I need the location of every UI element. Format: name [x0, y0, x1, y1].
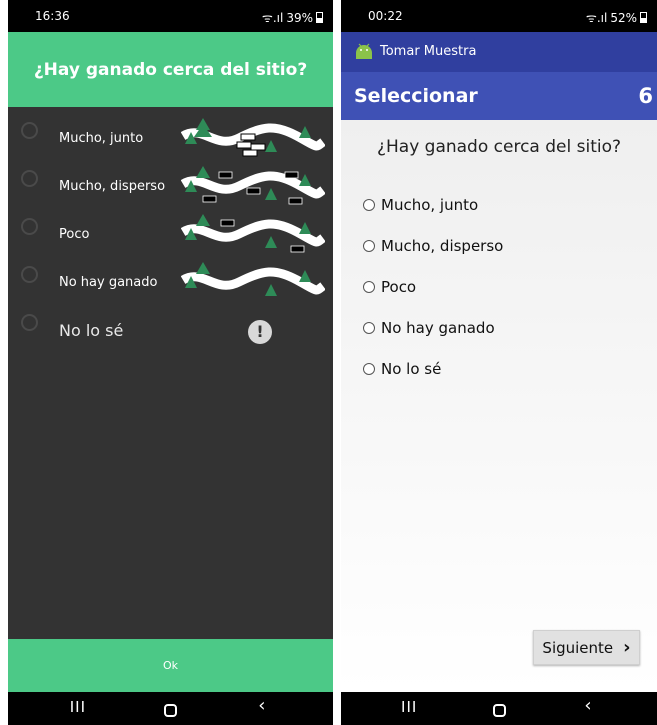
option-label: Mucho, junto — [381, 196, 479, 214]
signal-icon: ᯤ.ıl — [261, 11, 284, 25]
radio-button[interactable] — [363, 363, 375, 375]
option-poco[interactable]: Poco — [363, 275, 416, 299]
option-label: Mucho, disperso — [59, 179, 166, 194]
next-button[interactable]: Siguiente › — [533, 630, 640, 665]
option-no-hay-ganado[interactable]: No hay ganado — [8, 262, 333, 310]
next-label: Siguiente — [542, 638, 614, 657]
cow-icon — [290, 245, 305, 253]
tree-icon — [299, 174, 311, 186]
radio-button[interactable] — [21, 170, 38, 187]
radio-button[interactable] — [21, 218, 38, 235]
tree-icon — [265, 140, 277, 152]
option-label: No hay ganado — [381, 319, 495, 337]
question-title: ¿Hay ganado cerca del sitio? — [376, 137, 622, 157]
radio-button[interactable] — [363, 199, 375, 211]
option-mucho-junto[interactable]: Mucho, junto — [8, 118, 333, 166]
status-bar: 16:36 ᯤ.ıl 39% — [8, 0, 333, 32]
toolbar: Seleccionar 6 — [341, 72, 657, 120]
no-cattle-illustration — [181, 262, 325, 296]
chevron-right-icon: › — [623, 637, 631, 658]
home-icon — [164, 704, 177, 717]
cow-icon — [288, 197, 303, 205]
signal-icon: ᯤ.ıl — [585, 11, 608, 25]
option-no-lo-se[interactable]: No lo sé ! — [8, 310, 333, 358]
herd-scattered-illustration — [181, 166, 325, 205]
tree-icon — [265, 284, 277, 296]
tree-icon — [299, 222, 311, 234]
radio-button[interactable] — [363, 240, 375, 252]
option-label: No lo sé — [381, 360, 442, 378]
tree-icon — [265, 188, 277, 200]
herd-together-illustration — [181, 118, 325, 157]
recents-button[interactable]: III — [70, 698, 86, 716]
status-time: 00:22 — [368, 9, 403, 23]
cow-icon — [246, 187, 261, 195]
cow-icon — [220, 219, 235, 227]
navigation-bar: III ‹ — [8, 692, 333, 725]
radio-button[interactable] — [21, 122, 38, 139]
radio-button[interactable] — [21, 314, 38, 331]
step-number: 6 — [638, 84, 653, 108]
radio-button[interactable] — [363, 281, 375, 293]
app-title: Tomar Muestra — [380, 44, 477, 59]
tree-icon — [196, 262, 210, 274]
question-content: ¿Hay ganado cerca del sitio? Mucho, junt… — [341, 120, 657, 692]
status-bar: 00:22 ᯤ.ıl 52% — [341, 0, 657, 32]
option-label: Mucho, junto — [59, 131, 144, 146]
tree-icon — [299, 126, 311, 138]
option-mucho-disperso[interactable]: Mucho, disperso — [363, 234, 503, 258]
right-phone-screen: 00:22 ᯤ.ıl 52% Tomar Muestra Seleccionar… — [341, 0, 657, 725]
cow-icon — [240, 133, 256, 141]
option-label: No lo sé — [59, 321, 124, 340]
option-label: No hay ganado — [59, 275, 158, 290]
battery-icon — [640, 12, 647, 23]
left-phone-screen: 16:36 ᯤ.ıl 39% ¿Hay ganado cerca del sit… — [8, 0, 333, 725]
question-title: ¿Hay ganado cerca del sitio? — [33, 59, 308, 80]
option-mucho-junto[interactable]: Mucho, junto — [363, 193, 478, 217]
ok-button[interactable]: Ok — [8, 639, 333, 692]
battery-icon — [316, 12, 323, 23]
cow-icon — [218, 171, 233, 179]
exclamation-icon: ! — [248, 320, 272, 344]
option-no-lo-se[interactable]: No lo sé — [363, 357, 441, 381]
tree-icon — [196, 166, 210, 178]
android-icon — [356, 43, 372, 59]
tree-icon — [196, 214, 210, 226]
back-button[interactable]: ‹ — [584, 695, 591, 716]
option-poco[interactable]: Poco — [8, 214, 333, 262]
option-label: Poco — [59, 227, 90, 242]
status-icons: ᯤ.ıl 39% — [262, 9, 323, 26]
app-title-bar: Tomar Muestra — [341, 32, 657, 72]
cow-icon — [284, 171, 299, 179]
question-header: ¿Hay ganado cerca del sitio? — [8, 32, 333, 107]
toolbar-title: Seleccionar — [354, 85, 478, 107]
cow-icon — [242, 149, 258, 157]
battery-percent: 52% — [610, 10, 637, 25]
navigation-bar: III ‹ — [341, 692, 657, 725]
ok-label: Ok — [162, 659, 179, 672]
cow-icon — [236, 141, 252, 149]
home-icon — [492, 704, 506, 717]
battery-percent: 39% — [286, 10, 313, 25]
status-time: 16:36 — [35, 9, 70, 23]
option-no-hay-ganado[interactable]: No hay ganado — [363, 316, 495, 340]
status-icons: ᯤ.ıl 52% — [586, 9, 647, 26]
radio-button[interactable] — [363, 322, 375, 334]
option-mucho-disperso[interactable]: Mucho, disperso — [8, 166, 333, 214]
tree-icon — [299, 270, 311, 282]
back-button[interactable]: ‹ — [258, 695, 265, 716]
cow-icon — [202, 195, 217, 203]
option-label: Poco — [381, 278, 417, 296]
tree-icon — [265, 236, 277, 248]
few-cattle-illustration — [181, 214, 325, 253]
cow-icon — [250, 143, 266, 151]
option-label: Mucho, disperso — [381, 237, 504, 255]
radio-button[interactable] — [21, 266, 38, 283]
recents-button[interactable]: III — [401, 698, 417, 716]
